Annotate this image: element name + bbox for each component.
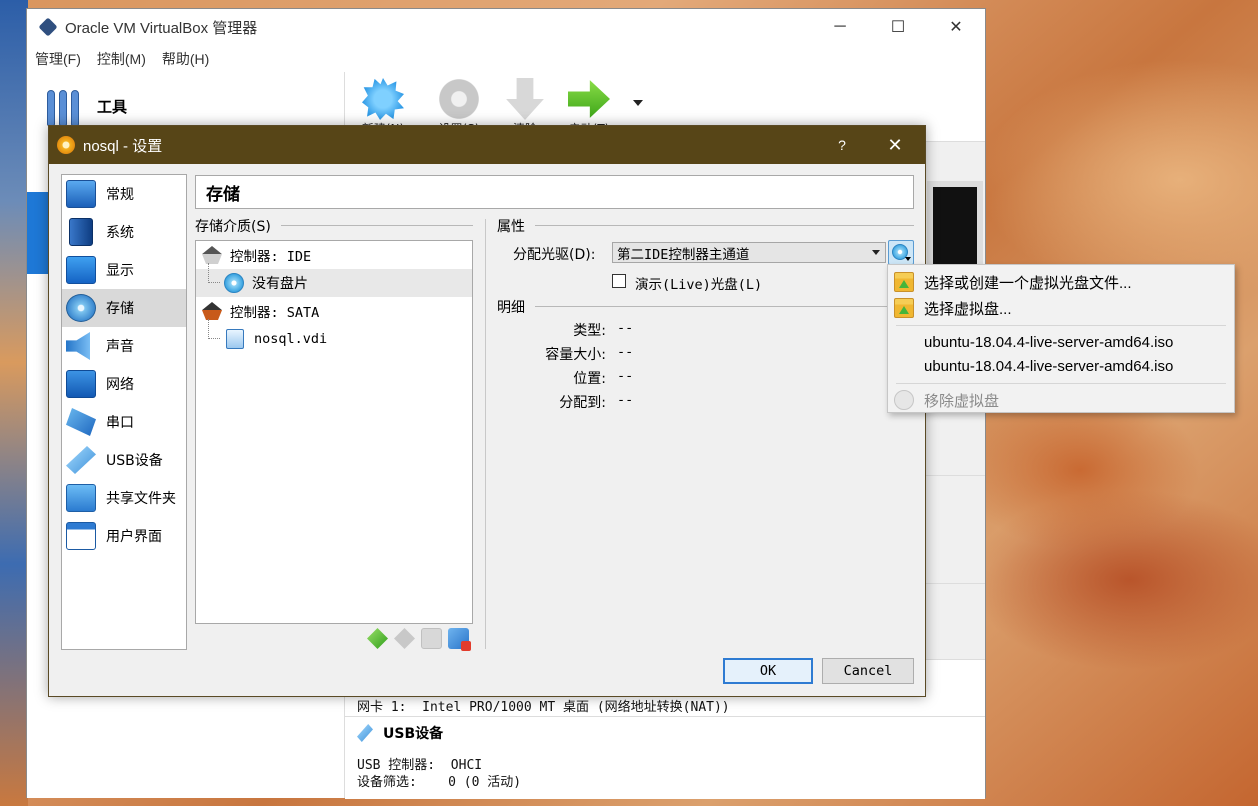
settings-dialog: nosql - 设置 ? ✕ 常规 系统 显示 存储 声音 网络 串口 USB设… [48, 125, 926, 697]
ide-controller-icon [202, 246, 222, 264]
start-arrow-icon [568, 80, 610, 118]
hard-disk-icon [226, 329, 244, 349]
tools-icon [47, 86, 83, 126]
usb-icon [66, 446, 96, 474]
details-divider [345, 716, 985, 717]
panel-divider [485, 219, 486, 649]
details-label: 明细 [497, 300, 525, 316]
optical-disc-icon [224, 273, 244, 293]
storage-tree: 控制器: IDE 没有盘片 控制器: SATA nosql.vdi [195, 240, 473, 624]
attributes-label: 属性 [497, 219, 525, 235]
tree-item-controller-ide[interactable]: 控制器: IDE [196, 241, 472, 269]
sidebar-item-shared-folders[interactable]: 共享文件夹 [62, 479, 186, 517]
menu-item-iso-1[interactable]: ubuntu-18.04.4-live-server-amd64.iso [888, 329, 1234, 355]
folder-open-icon [894, 298, 914, 318]
usb-filter-line: 设备筛选: 0 (0 活动) [357, 775, 522, 790]
discard-arrow-icon [506, 78, 544, 120]
add-attachment-icon[interactable] [421, 628, 442, 649]
group-divider [535, 225, 914, 226]
network-icon [66, 370, 96, 398]
close-window-button[interactable]: ✕ [927, 17, 985, 37]
minimize-button[interactable]: ─ [811, 18, 869, 36]
detail-attached-value: -- [617, 392, 634, 408]
maximize-button[interactable]: ☐ [869, 17, 927, 37]
sata-controller-icon [202, 302, 222, 320]
tree-guide-line [208, 263, 220, 283]
menu-manage[interactable]: 管理(F) [35, 49, 81, 69]
usb-section-heading[interactable]: USB设备 [357, 723, 443, 743]
menu-item-create-disc[interactable]: 选择或创建一个虚拟光盘文件... [888, 269, 1234, 295]
sidebar-item-usb[interactable]: USB设备 [62, 441, 186, 479]
disc-popup-menu: 选择或创建一个虚拟光盘文件... 选择虚拟盘... ubuntu-18.04.4… [887, 264, 1235, 413]
desktop-wallpaper-left [0, 0, 28, 806]
tree-item-empty-optical[interactable]: 没有盘片 [196, 263, 472, 297]
remove-disc-icon [894, 390, 914, 410]
new-star-icon [362, 78, 404, 120]
display-icon [66, 256, 96, 284]
chevron-down-icon [872, 250, 880, 255]
menu-separator [896, 383, 1226, 384]
detail-location-value: -- [617, 368, 634, 384]
settings-category-list: 常规 系统 显示 存储 声音 网络 串口 USB设备 共享文件夹 用户界面 [61, 174, 187, 650]
main-window-title: Oracle VM VirtualBox 管理器 [65, 19, 258, 37]
usb-icon [357, 724, 373, 742]
menu-item-remove-disc[interactable]: 移除虚拟盘 [888, 387, 1234, 413]
dialog-title: nosql - 设置 [83, 137, 163, 155]
main-menu-bar: 管理(F) 控制(M) 帮助(H) [27, 45, 985, 73]
sidebar-item-audio[interactable]: 声音 [62, 327, 186, 365]
sidebar-item-general[interactable]: 常规 [62, 175, 186, 213]
group-divider [281, 225, 473, 226]
general-icon [66, 180, 96, 208]
group-divider [535, 306, 914, 307]
storage-icon [66, 294, 96, 322]
chevron-down-icon [905, 257, 911, 261]
serial-port-icon [66, 408, 96, 436]
vm-preview-screen [927, 181, 983, 273]
sidebar-item-storage[interactable]: 存储 [62, 289, 186, 327]
sidebar-item-user-interface[interactable]: 用户界面 [62, 517, 186, 555]
menu-item-iso-2[interactable]: ubuntu-18.04.4-live-server-amd64.iso [888, 353, 1234, 379]
sidebar-item-system[interactable]: 系统 [62, 213, 186, 251]
close-dialog-button[interactable]: ✕ [865, 135, 925, 156]
user-interface-icon [66, 522, 96, 550]
optical-drive-select[interactable]: 第二IDE控制器主通道 [612, 242, 886, 263]
live-cd-checkbox[interactable] [612, 274, 626, 288]
storage-media-label: 存储介质(S) [195, 219, 271, 235]
virtualbox-logo-icon [38, 17, 58, 37]
sidebar-item-display[interactable]: 显示 [62, 251, 186, 289]
menu-control[interactable]: 控制(M) [97, 49, 146, 69]
settings-gear-icon [57, 136, 75, 154]
remove-controller-icon[interactable] [394, 628, 415, 649]
live-cd-label[interactable]: 演示(Live)光盘(L) [635, 273, 762, 293]
audio-icon [66, 332, 90, 360]
system-icon [69, 218, 93, 246]
storage-tree-actions [367, 628, 471, 651]
gear-icon [438, 78, 480, 120]
choose-disc-button[interactable] [888, 240, 914, 265]
cancel-button[interactable]: Cancel [822, 658, 914, 684]
remove-attachment-icon[interactable] [448, 628, 471, 651]
tools-label: 工具 [97, 97, 128, 116]
ok-button[interactable]: OK [723, 658, 813, 684]
main-title-bar: Oracle VM VirtualBox 管理器 ─ ☐ ✕ [27, 9, 985, 45]
menu-separator [896, 325, 1226, 326]
sidebar-item-network[interactable]: 网络 [62, 365, 186, 403]
tree-item-controller-sata[interactable]: 控制器: SATA [196, 297, 472, 325]
add-controller-icon[interactable] [367, 628, 388, 649]
tree-guide-line [208, 319, 220, 339]
shared-folder-icon [66, 484, 96, 512]
menu-item-choose-disc[interactable]: 选择虚拟盘... [888, 295, 1234, 321]
folder-add-icon [894, 272, 914, 292]
menu-help[interactable]: 帮助(H) [162, 49, 209, 69]
start-dropdown-chevron-icon[interactable] [633, 100, 643, 106]
optical-drive-label: 分配光驱(D): [513, 247, 596, 263]
detail-type-value: -- [617, 320, 634, 336]
tree-item-hard-disk[interactable]: nosql.vdi [196, 319, 472, 353]
sidebar-item-serial-port[interactable]: 串口 [62, 403, 186, 441]
page-title: 存储 [195, 175, 914, 209]
detail-size-value: -- [617, 344, 634, 360]
dialog-title-bar: nosql - 设置 ? ✕ [49, 126, 925, 164]
network-adapter-line: 网卡 1: Intel PRO/1000 MT 桌面 (网络地址转换(NAT)) [357, 700, 730, 715]
help-button[interactable]: ? [819, 137, 865, 153]
